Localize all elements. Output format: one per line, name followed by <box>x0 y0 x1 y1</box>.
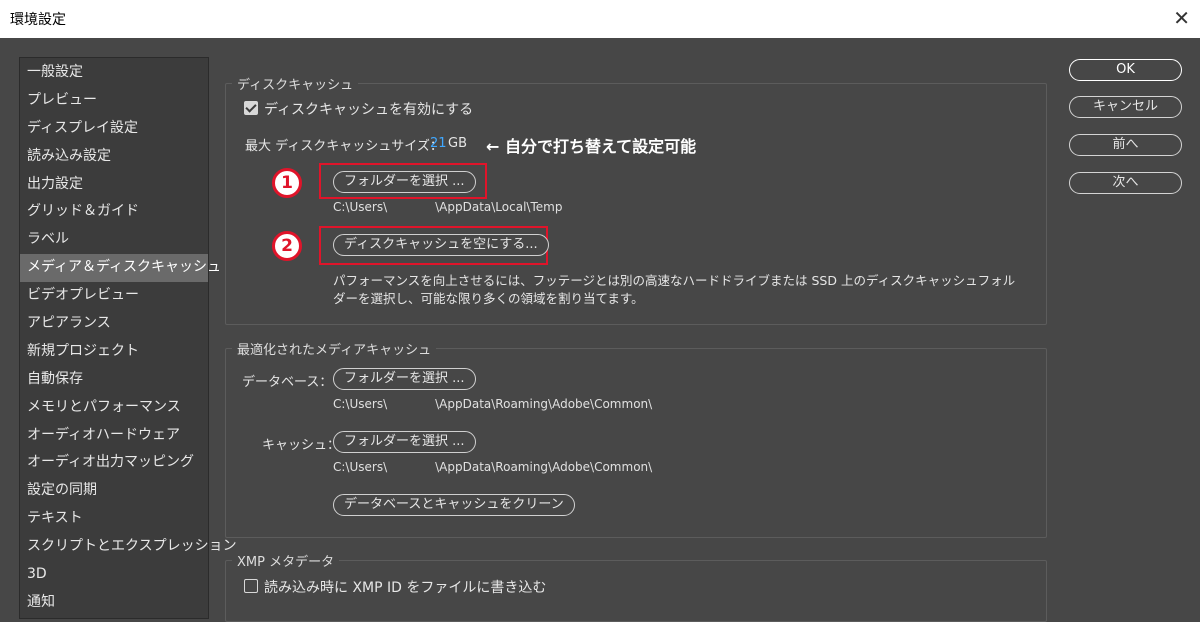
step-1-badge: 1 <box>272 168 302 198</box>
sidebar-item-audio-output-mapping[interactable]: オーディオ出力マッピング <box>20 449 208 477</box>
disk-cache-title: ディスクキャッシュ <box>232 74 359 93</box>
cancel-button[interactable]: キャンセル <box>1069 96 1182 118</box>
disk-cache-description-line2: ダーを選択し、可能な限り多くの領域を割り当てます。 <box>333 291 644 306</box>
title-bar: 環境設定 ✕ <box>0 0 1200 38</box>
sidebar-item-general[interactable]: 一般設定 <box>20 59 208 87</box>
empty-disk-cache-button[interactable]: ディスクキャッシュを空にする... <box>333 234 549 256</box>
cache-path-suffix: \AppData\Roaming\Adobe\Common\ <box>435 460 653 474</box>
disk-cache-description-line1: パフォーマンスを向上させるには、フッテージとは別の高速なハードドライブまたは S… <box>333 273 1016 288</box>
disk-cache-path-prefix: C:\Users\ <box>333 200 388 214</box>
database-path-prefix: C:\Users\ <box>333 397 388 411</box>
choose-disk-cache-folder-button[interactable]: フォルダーを選択 ... <box>333 171 476 193</box>
sidebar-item-labels[interactable]: ラベル <box>20 226 208 254</box>
write-xmp-id-label: 読み込み時に XMP ID をファイルに書き込む <box>264 580 547 596</box>
sidebar-item-grids-guides[interactable]: グリッド＆ガイド <box>20 198 208 226</box>
window-title: 環境設定 <box>10 12 66 28</box>
choose-database-folder-button[interactable]: フォルダーを選択 ... <box>333 368 476 390</box>
sidebar-item-import[interactable]: 読み込み設定 <box>20 143 208 171</box>
sidebar-item-preview[interactable]: プレビュー <box>20 87 208 115</box>
max-cache-size-value[interactable]: 21 <box>430 136 447 151</box>
enable-disk-cache-label: ディスクキャッシュを有効にする <box>264 102 474 118</box>
choose-cache-folder-button[interactable]: フォルダーを選択 ... <box>333 431 476 453</box>
sidebar-item-audio-hardware[interactable]: オーディオハードウェア <box>20 422 208 450</box>
database-label: データベース： <box>242 375 333 390</box>
sidebar-item-output[interactable]: 出力設定 <box>20 171 208 199</box>
sidebar-item-notifications[interactable]: 通知 <box>20 589 208 617</box>
step-2-badge: 2 <box>272 231 302 261</box>
xmp-metadata-title: XMP メタデータ <box>232 551 340 570</box>
sidebar-item-type[interactable]: テキスト <box>20 505 208 533</box>
sidebar-item-new-project[interactable]: 新規プロジェクト <box>20 338 208 366</box>
sidebar-item-auto-save[interactable]: 自動保存 <box>20 366 208 394</box>
category-sidebar: 一般設定 プレビュー ディスプレイ設定 読み込み設定 出力設定 グリッド＆ガイド… <box>19 57 237 619</box>
sidebar-item-scripting-expressions[interactable]: スクリプトとエクスプレッション <box>20 533 237 561</box>
write-xmp-id-checkbox[interactable] <box>244 579 258 593</box>
next-button[interactable]: 次へ <box>1069 172 1182 194</box>
cache-path-prefix: C:\Users\ <box>333 460 388 474</box>
sidebar-item-video-preview[interactable]: ビデオプレビュー <box>20 282 208 310</box>
sidebar-item-memory-performance[interactable]: メモリとパフォーマンス <box>20 394 208 422</box>
annotation-text: ← 自分で打ち替えて設定可能 <box>486 137 697 156</box>
database-path-suffix: \AppData\Roaming\Adobe\Common\ <box>435 397 653 411</box>
max-cache-size-label: 最大 ディスクキャッシュサイズ： <box>245 139 443 154</box>
media-cache-title: 最適化されたメディアキャッシュ <box>232 339 437 358</box>
clean-database-cache-button[interactable]: データベースとキャッシュをクリーン <box>333 494 575 516</box>
ok-button[interactable]: OK <box>1069 59 1182 81</box>
disk-cache-folder-path: C:\Users\ \AppData\Local\Temp <box>333 200 562 214</box>
sidebar-item-appearance[interactable]: アピアランス <box>20 310 208 338</box>
previous-button[interactable]: 前へ <box>1069 134 1182 156</box>
database-path: C:\Users\ \AppData\Roaming\Adobe\Common\ <box>333 397 652 411</box>
sidebar-item-display[interactable]: ディスプレイ設定 <box>20 115 208 143</box>
sidebar-item-media-disk-cache[interactable]: メディア＆ディスクキャッシュ <box>20 254 221 283</box>
category-list: 一般設定 プレビュー ディスプレイ設定 読み込み設定 出力設定 グリッド＆ガイド… <box>20 58 237 617</box>
max-cache-size-unit: GB <box>448 136 467 151</box>
enable-disk-cache-checkbox[interactable] <box>244 101 258 115</box>
sidebar-item-sync-settings[interactable]: 設定の同期 <box>20 477 208 505</box>
disk-cache-path-suffix: \AppData\Local\Temp <box>435 200 563 214</box>
cache-label: キャッシュ： <box>262 438 341 453</box>
close-icon[interactable]: ✕ <box>1173 6 1190 30</box>
cache-path: C:\Users\ \AppData\Roaming\Adobe\Common\ <box>333 460 652 474</box>
sidebar-item-3d[interactable]: 3D <box>20 561 208 589</box>
